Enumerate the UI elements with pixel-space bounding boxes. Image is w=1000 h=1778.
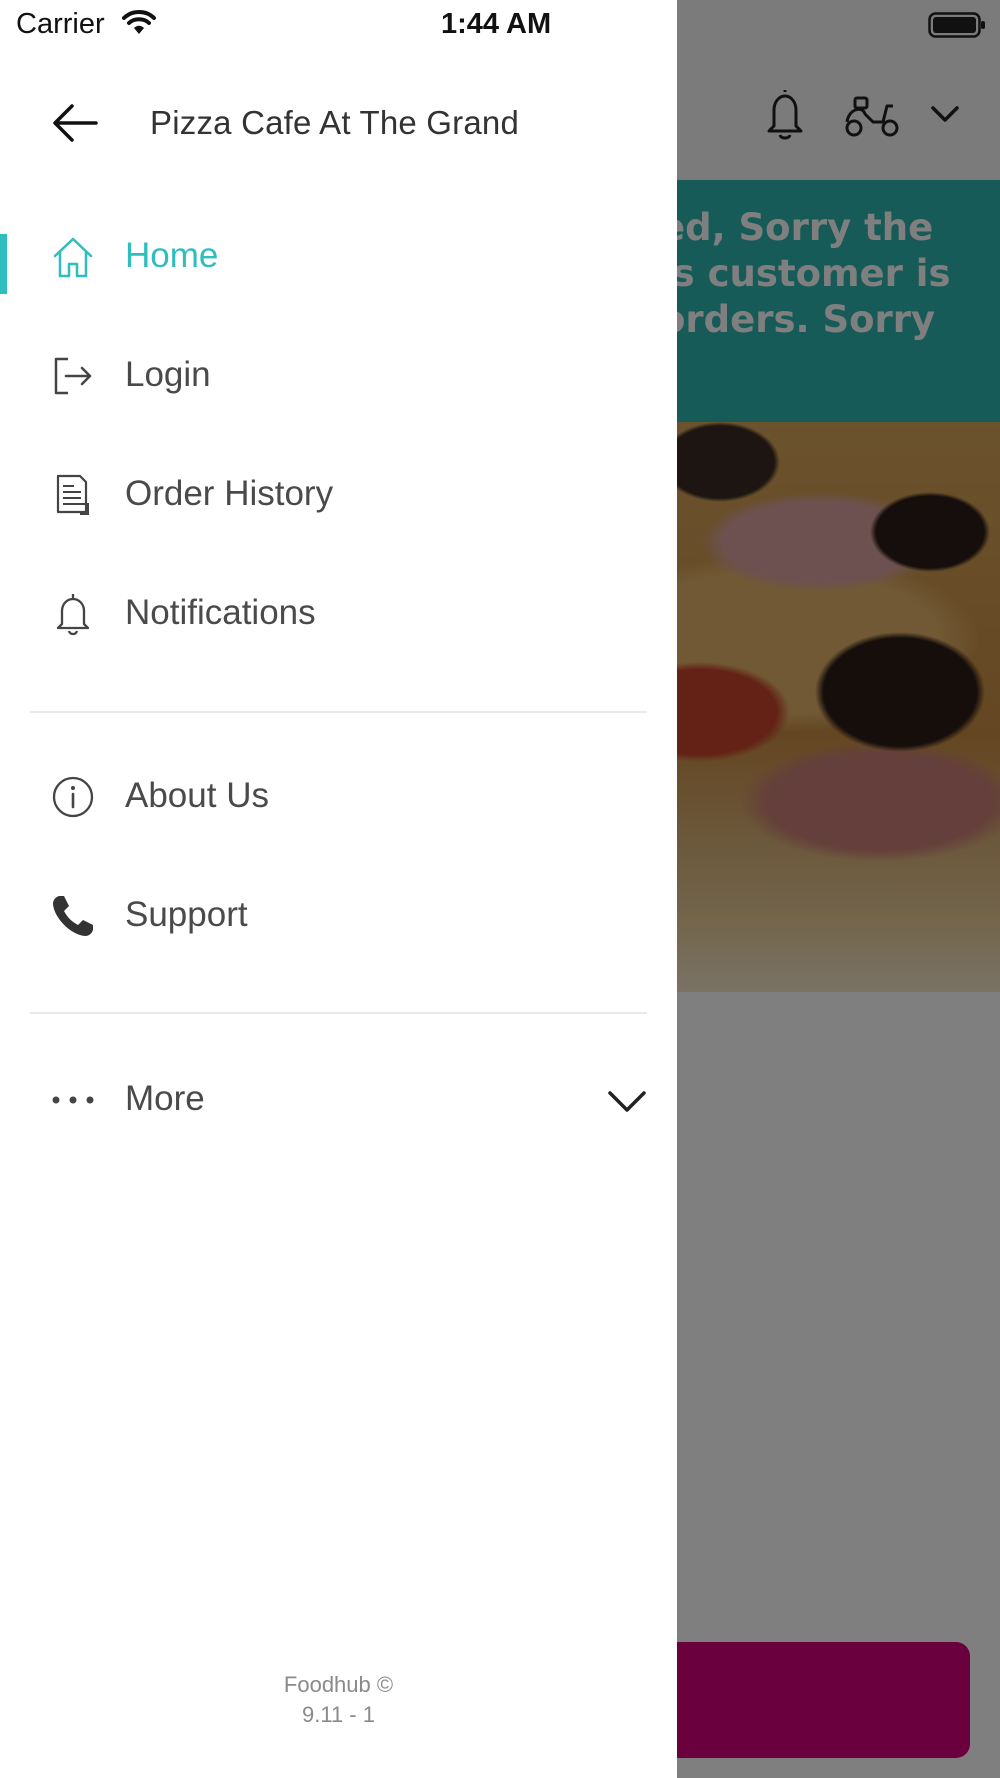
menu-item-label: Home — [125, 236, 219, 275]
menu-item-label: Support — [125, 895, 248, 934]
menu-divider — [30, 711, 647, 713]
menu-item-about-us[interactable]: About Us — [0, 742, 677, 852]
carrier-label: Carrier — [16, 8, 105, 40]
menu-item-label: Notifications — [125, 593, 316, 632]
drawer-header: Pizza Cafe At The Grand — [0, 60, 677, 180]
menu-item-home[interactable]: Home — [0, 202, 677, 312]
active-indicator — [0, 234, 7, 294]
menu-divider — [30, 1012, 647, 1014]
menu-item-label: Order History — [125, 474, 334, 513]
navigation-drawer: Pizza Cafe At The Grand Home Login Order… — [0, 0, 677, 1778]
receipt-icon — [56, 474, 89, 515]
phone-icon — [53, 896, 93, 936]
menu-item-notifications[interactable]: Notifications — [0, 559, 677, 669]
login-icon — [54, 357, 92, 395]
menu-item-order-history[interactable]: Order History — [0, 440, 677, 550]
clock: 1:44 AM — [441, 8, 552, 40]
menu-item-support[interactable]: Support — [0, 861, 677, 971]
menu-item-label: Login — [125, 355, 211, 394]
info-icon — [52, 776, 94, 818]
app-version: 9.11 - 1 — [302, 1702, 375, 1727]
back-arrow-icon[interactable] — [50, 98, 100, 148]
footer-brand: Foodhub © — [283, 1672, 394, 1697]
more-dots-icon — [52, 1096, 94, 1104]
chevron-down-icon[interactable] — [606, 1081, 648, 1121]
battery-icon — [928, 12, 985, 38]
menu-item-label: About Us — [125, 776, 269, 815]
status-bar: Carrier 1:44 AM — [0, 0, 1000, 50]
bell-icon — [56, 594, 90, 636]
menu-item-label: More — [125, 1079, 205, 1118]
menu-item-more[interactable]: More — [0, 1045, 677, 1155]
drawer-footer: Foodhub © 9.11 - 1 — [0, 1670, 677, 1730]
menu-item-login[interactable]: Login — [0, 321, 677, 431]
store-name: Pizza Cafe At The Grand — [150, 104, 520, 141]
wifi-icon — [122, 10, 156, 34]
home-icon — [53, 237, 93, 278]
